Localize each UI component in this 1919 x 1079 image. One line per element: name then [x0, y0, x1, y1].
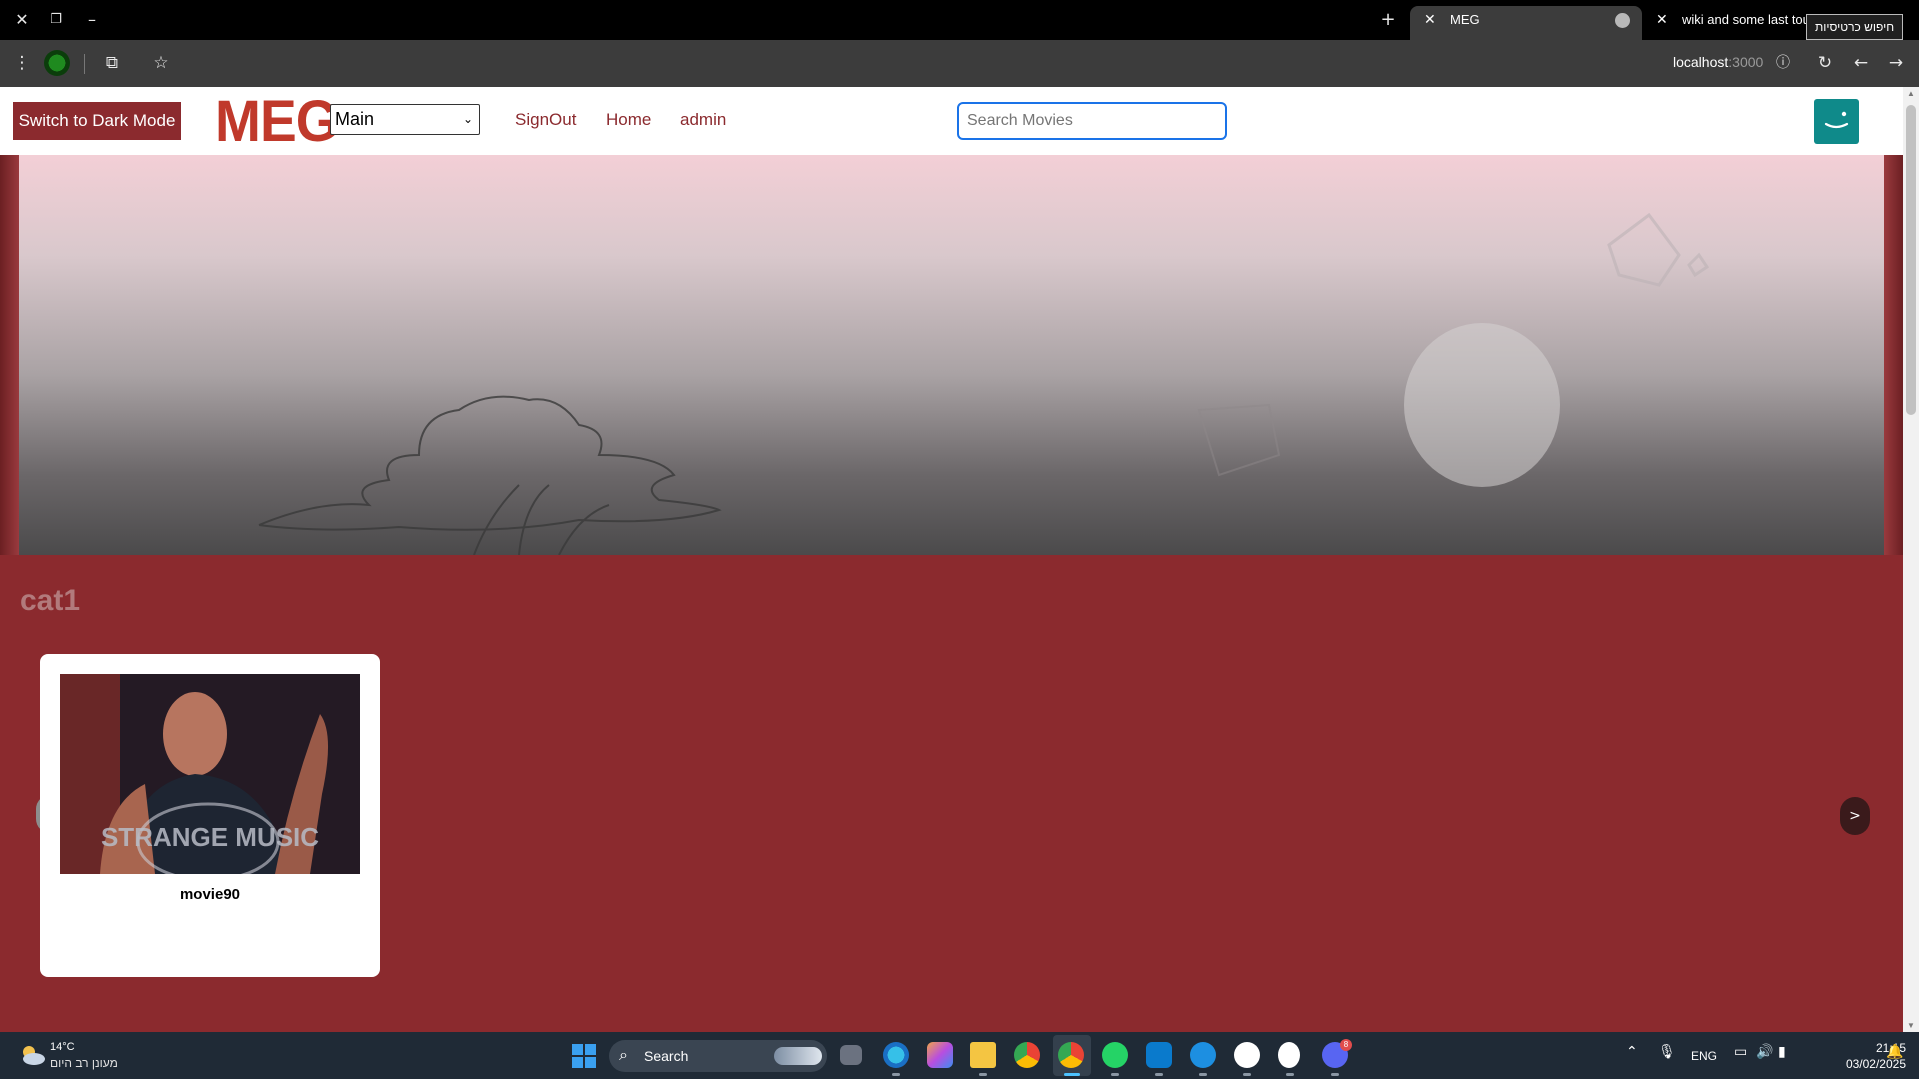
globe-icon: [1615, 13, 1630, 28]
search-highlight-image: [774, 1047, 822, 1065]
tab-search-tooltip: חיפוש כרטיסיות: [1806, 14, 1904, 40]
app-indicator: [892, 1073, 900, 1076]
url-port: :3000: [1728, 54, 1764, 70]
chevron-down-icon: ⌄: [462, 112, 473, 126]
vscode-icon[interactable]: [1146, 1042, 1172, 1068]
battery-icon[interactable]: ▮: [1778, 1044, 1786, 1060]
restore-window-icon[interactable]: ❐: [44, 8, 68, 32]
edge-browser-icon[interactable]: [883, 1042, 909, 1068]
whatsapp-icon[interactable]: [1102, 1042, 1128, 1068]
os-taskbar: 14°C מעונן רב היום ⌕ Search 8 ⌃ 🎙 ENG ▭ …: [0, 1032, 1919, 1079]
address-bar[interactable]: localhost:3000: [1673, 54, 1763, 70]
close-window-icon[interactable]: ✕: [10, 8, 34, 32]
weather-temperature[interactable]: 14°C: [50, 1041, 75, 1053]
menu-icon[interactable]: ⋮: [10, 51, 34, 75]
hero-right-edge: [1884, 155, 1903, 555]
reload-icon[interactable]: ↻: [1813, 51, 1837, 75]
scroll-thumb[interactable]: [1906, 105, 1916, 415]
tab-title: MEG: [1450, 12, 1480, 27]
url-host: localhost: [1673, 54, 1729, 70]
site-info-icon[interactable]: ⓘ: [1771, 51, 1795, 75]
task-view-icon[interactable]: [840, 1045, 862, 1065]
docker-icon[interactable]: [1190, 1042, 1216, 1068]
tab-wiki[interactable]: ✕ wiki and some last touc: [1642, 6, 1832, 40]
language-indicator[interactable]: ENG: [1691, 1049, 1717, 1063]
copilot-icon[interactable]: [927, 1042, 953, 1068]
app-store-icon[interactable]: [1234, 1042, 1260, 1068]
network-icon[interactable]: ▭: [1734, 1044, 1747, 1060]
tab-title: wiki and some last touc: [1682, 12, 1817, 27]
web-page: Switch to Dark Mode MEG Main ⌄ SignOut H…: [0, 87, 1903, 1032]
nav-link-admin[interactable]: admin: [680, 110, 726, 130]
file-explorer-icon[interactable]: [970, 1042, 996, 1068]
tab-meg[interactable]: ✕ MEG: [1410, 6, 1642, 40]
scroll-down-icon[interactable]: ▼: [1906, 1021, 1916, 1030]
app-indicator: [1286, 1073, 1294, 1076]
notification-bell-icon[interactable]: 🔔: [1886, 1044, 1903, 1060]
category-select[interactable]: Main ⌄: [330, 104, 480, 135]
browser-tab-bar: ✕ ❐ – + ✕ MEG ✕ wiki and some last touc …: [0, 0, 1919, 40]
app-indicator: [1199, 1073, 1207, 1076]
site-navbar: Switch to Dark Mode MEG Main ⌄ SignOut H…: [0, 87, 1903, 155]
smile-icon: [1824, 111, 1849, 129]
screen: ✕ ❐ – + ✕ MEG ✕ wiki and some last touc …: [0, 0, 1919, 1079]
chrome-active-icon[interactable]: [1058, 1042, 1084, 1068]
new-tab-icon[interactable]: +: [1376, 8, 1400, 32]
chevron-up-icon[interactable]: ⌃: [1626, 1044, 1638, 1060]
bookmark-star-icon[interactable]: ☆: [149, 51, 173, 75]
app-indicator: [1111, 1073, 1119, 1076]
nav-link-signout[interactable]: SignOut: [515, 110, 576, 130]
taskbar-search-box[interactable]: ⌕ Search: [609, 1040, 827, 1072]
weather-cloud-icon[interactable]: [18, 1042, 46, 1068]
app-indicator: [1243, 1073, 1251, 1076]
active-app-indicator: [1064, 1073, 1080, 1076]
app-indicator: [1331, 1073, 1339, 1076]
category-select-value: Main: [335, 109, 375, 129]
carousel-next-button[interactable]: >: [1840, 797, 1870, 835]
category-title: cat1: [20, 584, 81, 617]
back-icon[interactable]: ←: [1849, 51, 1873, 75]
discord-notification-badge: 8: [1340, 1039, 1352, 1051]
hero-illustration: [258, 212, 1710, 555]
scroll-up-icon[interactable]: ▲: [1906, 89, 1916, 98]
hero-left-edge: [0, 155, 19, 555]
movie-poster[interactable]: STRANGE MUSIC: [60, 674, 360, 874]
hero-banner: [19, 155, 1884, 555]
poster-text: STRANGE MUSIC: [101, 822, 319, 852]
close-tab-icon[interactable]: ✕: [1424, 6, 1436, 34]
volume-icon[interactable]: 🔊: [1756, 1044, 1773, 1060]
browser-toolbar: ⋮ ⧉ ☆ localhost:3000 ⓘ ↻ ← →: [0, 40, 1919, 87]
forward-icon[interactable]: →: [1884, 51, 1908, 75]
extensions-puzzle-icon[interactable]: ⧉: [100, 51, 124, 75]
movie-card[interactable]: STRANGE MUSIC movie90: [40, 654, 380, 977]
close-tab-icon[interactable]: ✕: [1656, 6, 1668, 34]
chrome-icon[interactable]: [1014, 1042, 1040, 1068]
extension-icon[interactable]: [44, 50, 70, 76]
mongodb-compass-icon[interactable]: [1278, 1042, 1300, 1068]
app-indicator: [979, 1073, 987, 1076]
minimize-window-icon[interactable]: –: [80, 8, 104, 32]
windows-start-icon[interactable]: [572, 1044, 596, 1068]
taskbar-search-label: Search: [644, 1048, 689, 1064]
site-logo[interactable]: MEG: [215, 92, 339, 152]
search-movies-input[interactable]: [957, 102, 1227, 140]
poster-image: STRANGE MUSIC: [60, 674, 360, 874]
avatar[interactable]: [1814, 99, 1859, 144]
toolbar-divider: [84, 54, 85, 74]
search-icon: ⌕: [619, 1045, 628, 1064]
nav-link-home[interactable]: Home: [606, 110, 651, 130]
microphone-icon[interactable]: 🎙: [1658, 1044, 1676, 1060]
movie-title[interactable]: movie90: [40, 886, 380, 903]
dark-mode-toggle-button[interactable]: Switch to Dark Mode: [13, 102, 181, 140]
app-indicator: [1155, 1073, 1163, 1076]
weather-description[interactable]: מעונן רב היום: [50, 1056, 118, 1070]
page-scrollbar[interactable]: ▲ ▼: [1903, 87, 1919, 1032]
